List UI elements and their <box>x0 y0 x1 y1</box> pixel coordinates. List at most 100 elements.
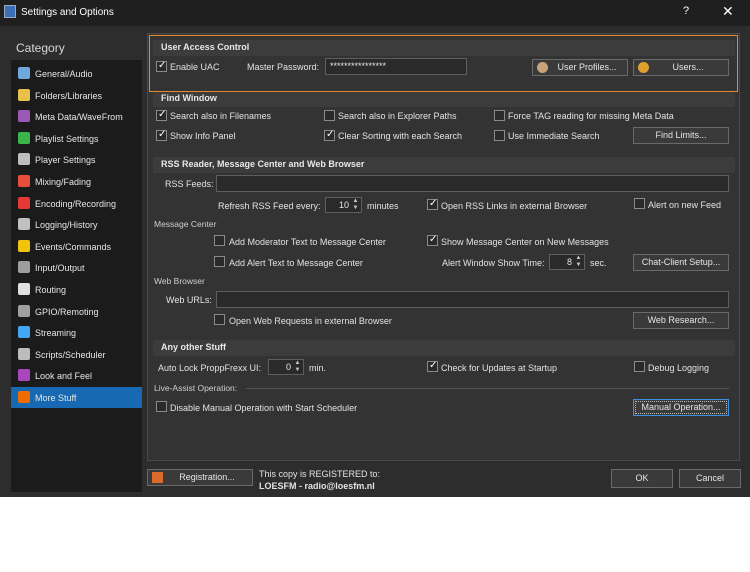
auto-lock-stepper[interactable]: 0 ▲ ▼ <box>268 359 304 375</box>
alert-time-value: 8 <box>566 257 572 267</box>
show-info-panel-label: Show Info Panel <box>170 131 236 141</box>
sidebar-item-streaming[interactable]: Streaming <box>11 322 142 343</box>
sidebar-item-playlist-settings[interactable]: Playlist Settings <box>11 128 142 149</box>
open-web-requests-label: Open Web Requests in external Browser <box>229 316 392 326</box>
open-rss-links-checkbox[interactable] <box>427 198 438 210</box>
sidebar-item-label: Player Settings <box>35 155 96 166</box>
refresh-feed-stepper[interactable]: 10 ▲ ▼ <box>325 197 362 213</box>
stepper-arrows-icon[interactable]: ▲ ▼ <box>293 360 302 374</box>
uac-highlight-frame <box>149 35 738 92</box>
registration-icon <box>152 472 163 483</box>
add-moderator-label: Add Moderator Text to Message Center <box>229 237 386 247</box>
force-tag-label: Force TAG reading for missing Meta Data <box>508 111 674 121</box>
sidebar-item-encoding-recording[interactable]: Encoding/Recording <box>11 193 142 214</box>
routing-icon <box>18 283 30 295</box>
search-explorer-checkbox[interactable] <box>324 110 335 121</box>
debug-logging-checkbox[interactable] <box>634 361 645 372</box>
immediate-search-checkbox[interactable] <box>494 130 505 141</box>
registration-label: Registration... <box>179 472 235 482</box>
alert-time-stepper[interactable]: 8 ▲ ▼ <box>549 254 585 270</box>
title-bar: Settings and Options ? ✕ <box>0 0 750 26</box>
scheduler-icon <box>18 347 30 360</box>
sidebar-item-label: Mixing/Fading <box>35 177 92 187</box>
show-msg-center-checkbox[interactable] <box>427 234 438 246</box>
rss-feeds-input[interactable] <box>216 175 729 192</box>
waveform-icon <box>18 110 30 123</box>
rss-feeds-label: RSS Feeds: <box>165 179 214 189</box>
add-moderator-checkbox[interactable] <box>214 235 225 246</box>
sidebar-item-player-settings[interactable]: Player Settings <box>11 149 142 170</box>
ok-button[interactable]: OK <box>611 469 673 488</box>
sidebar-item-label: Events/Commands <box>35 241 112 252</box>
sidebar-item-general-audio[interactable]: General/Audio <box>11 63 142 84</box>
manual-operation-button[interactable]: Manual Operation... <box>633 399 729 416</box>
sidebar-item-scripts-scheduler[interactable]: Scripts/Scheduler <box>11 344 142 365</box>
sidebar-item-label: Routing <box>35 285 67 295</box>
sidebar-item-routing[interactable]: Routing <box>11 279 142 300</box>
alert-time-unit: sec. <box>590 258 607 268</box>
sidebar-item-logging-history[interactable]: Logging/History <box>11 214 142 235</box>
sidebar-item-input-output[interactable]: Input/Output <box>11 257 142 278</box>
search-filenames-checkbox[interactable] <box>156 109 167 121</box>
sidebar-item-more-stuff[interactable]: More Stuff <box>11 387 142 408</box>
auto-lock-label: Auto Lock ProppFrexx UI: <box>158 363 262 373</box>
clear-sorting-checkbox[interactable] <box>324 129 335 141</box>
web-urls-input[interactable] <box>216 291 729 308</box>
auto-lock-value: 0 <box>285 362 291 372</box>
open-web-requests-checkbox[interactable] <box>214 314 225 325</box>
other-section-header: Any other Stuff <box>153 340 735 356</box>
registration-button[interactable]: Registration... <box>147 469 253 486</box>
app-icon <box>4 5 16 18</box>
show-info-panel-checkbox[interactable] <box>156 129 167 141</box>
streaming-icon <box>18 326 30 339</box>
disable-manual-label: Disable Manual Operation with Start Sche… <box>170 403 358 413</box>
playlist-icon <box>18 131 30 144</box>
cancel-button[interactable]: Cancel <box>679 469 741 488</box>
chat-client-setup-button[interactable]: Chat-Client Setup... <box>633 254 729 271</box>
check-updates-checkbox[interactable] <box>427 360 438 372</box>
alert-time-label: Alert Window Show Time: <box>442 258 545 268</box>
sidebar-item-label: Folders/Libraries <box>35 90 103 101</box>
add-alert-label: Add Alert Text to Message Center <box>229 258 363 268</box>
sidebar-item-label: Scripts/Scheduler <box>35 349 106 360</box>
clear-sorting-label: Clear Sorting with each Search <box>338 131 463 141</box>
music-note-icon <box>18 67 30 79</box>
stepper-arrows-icon[interactable]: ▲ ▼ <box>351 198 360 212</box>
show-msg-center-label: Show Message Center on New Messages <box>441 237 609 247</box>
auto-lock-unit: min. <box>309 363 327 373</box>
check-updates-label: Check for Updates at Startup <box>441 363 558 373</box>
other-title: Any other Stuff <box>161 342 226 352</box>
category-sidebar: General/Audio Folders/Libraries Meta Data/… <box>11 60 142 492</box>
add-alert-checkbox[interactable] <box>214 256 225 267</box>
sidebar-item-folders-libraries[interactable]: Folders/Libraries <box>11 85 142 106</box>
sidebar-item-label: Look and Feel <box>35 371 93 382</box>
open-rss-links-label: Open RSS Links in external Browser <box>441 201 588 211</box>
window-title: Settings and Options <box>21 7 114 18</box>
disable-manual-checkbox[interactable] <box>156 401 167 412</box>
close-button[interactable]: ✕ <box>722 3 734 20</box>
registered-to: LOESFM - radio@loesfm.nl <box>259 481 375 491</box>
stepper-arrows-icon[interactable]: ▲ ▼ <box>574 255 583 269</box>
web-research-button[interactable]: Web Research... <box>633 312 729 329</box>
sidebar-item-meta-data-wavefrom[interactable]: Meta Data/WaveFrom <box>11 106 142 127</box>
more-stuff-icon <box>18 391 30 403</box>
web-urls-label: Web URLs: <box>166 295 212 305</box>
sidebar-item-look-and-feel[interactable]: Look and Feel <box>11 365 142 386</box>
sidebar-item-label: Meta Data/WaveFrom <box>35 112 123 123</box>
find-limits-button[interactable]: Find Limits... <box>633 127 729 144</box>
help-button[interactable]: ? <box>683 5 689 17</box>
force-tag-checkbox[interactable] <box>494 110 505 121</box>
alert-new-feed-checkbox[interactable] <box>634 198 645 209</box>
category-heading: Category <box>16 41 65 55</box>
find-window-section-header: Find Window <box>153 91 735 107</box>
gpio-icon <box>18 304 30 317</box>
sidebar-item-label: Logging/History <box>35 220 98 231</box>
sidebar-item-mixing-fading[interactable]: Mixing/Fading <box>11 171 142 192</box>
sidebar-item-label: GPIO/Remoting <box>35 306 99 317</box>
settings-panel: User Access Control Enable UAC Master Pa… <box>147 33 740 461</box>
sidebar-item-events-commands[interactable]: Events/Commands <box>11 236 142 257</box>
alert-new-feed-label: Alert on new Feed <box>648 200 722 210</box>
sidebar-item-label: Streaming <box>35 328 77 339</box>
sidebar-item-gpio-remoting[interactable]: GPIO/Remoting <box>11 301 142 322</box>
live-assist-divider <box>246 388 729 389</box>
